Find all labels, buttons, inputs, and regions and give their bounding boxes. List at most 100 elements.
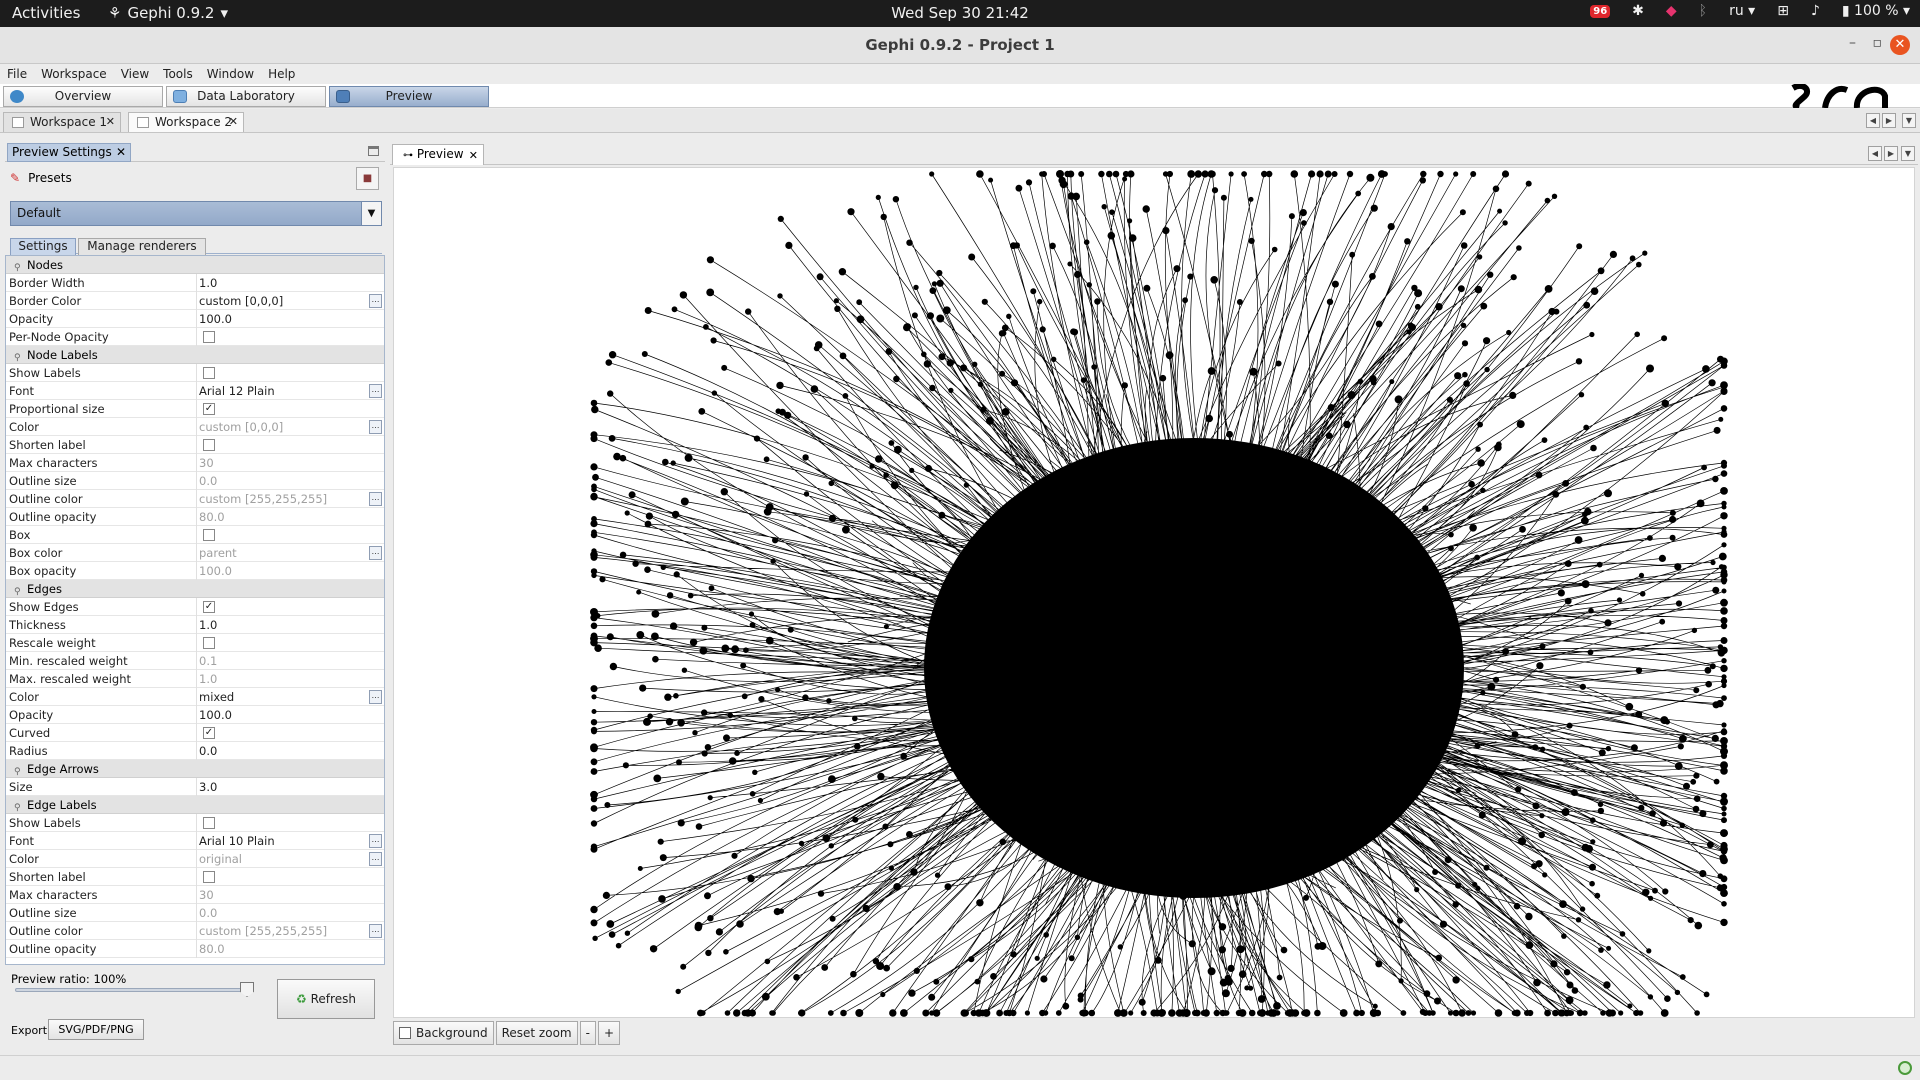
tab-manage-renderers[interactable]: Manage renderers xyxy=(78,238,206,255)
property-row: Box xyxy=(6,526,384,544)
property-value[interactable]: custom [0,0,0] xyxy=(199,292,375,310)
overview-perspective-button[interactable]: Overview xyxy=(3,86,163,107)
property-category[interactable]: ⚲ Nodes xyxy=(6,256,384,274)
preview-tab[interactable]: ⊶ Preview ✕ xyxy=(392,144,484,165)
notification-badge[interactable]: 96 xyxy=(1590,4,1611,18)
preset-select[interactable]: Default ▼ xyxy=(10,201,382,226)
property-checkbox[interactable] xyxy=(203,637,215,649)
scroll-right-icon[interactable]: ▶ xyxy=(1884,146,1898,161)
tab-list-icon[interactable]: ▼ xyxy=(1902,113,1916,128)
app-menu-label: Gephi 0.9.2 xyxy=(127,4,215,22)
menu-view[interactable]: View xyxy=(121,67,149,81)
zoom-in-button[interactable]: + xyxy=(597,1021,621,1045)
close-panel-icon[interactable]: ✕ xyxy=(116,144,126,161)
property-value[interactable]: 0.0 xyxy=(199,742,375,760)
export-button[interactable]: SVG/PDF/PNG xyxy=(48,1019,144,1040)
property-value[interactable]: mixed xyxy=(199,688,375,706)
tab-settings[interactable]: Settings xyxy=(10,238,76,255)
clock[interactable]: Wed Sep 30 21:42 xyxy=(891,4,1029,22)
property-value[interactable]: 100.0 xyxy=(199,706,375,724)
reset-zoom-button[interactable]: Reset zoom xyxy=(495,1021,578,1045)
property-checkbox[interactable] xyxy=(203,817,215,829)
menu-window[interactable]: Window xyxy=(207,67,254,81)
preview-settings-tab[interactable]: Preview Settings ✕ xyxy=(7,143,131,162)
property-value[interactable]: 1.0 xyxy=(199,274,375,292)
property-category[interactable]: ⚲ Edge Arrows xyxy=(6,760,384,778)
app-indicator-icon[interactable]: ◆ xyxy=(1666,3,1677,19)
ellipsis-button[interactable]: … xyxy=(369,492,382,506)
property-checkbox[interactable]: ✓ xyxy=(203,601,215,613)
menu-file[interactable]: File xyxy=(7,67,27,81)
property-checkbox[interactable] xyxy=(203,331,215,343)
export-label: Export: xyxy=(11,1024,51,1037)
property-name: Font xyxy=(9,382,197,400)
close-tab-icon[interactable]: ✕ xyxy=(469,146,478,165)
ellipsis-button[interactable]: … xyxy=(369,924,382,938)
property-category[interactable]: ⚲ Node Labels xyxy=(6,346,384,364)
ellipsis-button[interactable]: … xyxy=(369,834,382,848)
refresh-button[interactable]: ♻ Refresh xyxy=(277,979,375,1019)
scroll-right-icon[interactable]: ▶ xyxy=(1882,113,1896,128)
activities-button[interactable]: Activities xyxy=(12,4,80,22)
category-label: Edge Labels xyxy=(27,798,97,812)
property-value[interactable]: 3.0 xyxy=(199,778,375,796)
ellipsis-button[interactable]: … xyxy=(369,384,382,398)
menu-workspace[interactable]: Workspace xyxy=(41,67,107,81)
menu-tools[interactable]: Tools xyxy=(163,67,193,81)
tab-list-icon[interactable]: ▼ xyxy=(1901,146,1915,161)
menu-help[interactable]: Help xyxy=(268,67,295,81)
property-category[interactable]: ⚲ Edge Labels xyxy=(6,796,384,814)
maximize-icon[interactable]: ▫ xyxy=(1873,35,1883,51)
keyboard-layout[interactable]: ru ▾ xyxy=(1729,3,1755,19)
zoom-out-button[interactable]: - xyxy=(579,1021,596,1045)
preview-controls: Preview ratio: 100% ♻ Refresh Export: SV… xyxy=(5,969,385,1041)
property-row: Show Edges ✓ xyxy=(6,598,384,616)
notification-icon[interactable] xyxy=(1898,1061,1912,1075)
preview-perspective-button[interactable]: Preview xyxy=(329,86,489,107)
minimize-panel-icon[interactable] xyxy=(368,146,379,156)
property-row: Outline color custom [255,255,255]… xyxy=(6,490,384,508)
slack-icon[interactable]: ✱ xyxy=(1632,3,1644,19)
property-category[interactable]: ⚲ Edges xyxy=(6,580,384,598)
minimize-icon[interactable]: – xyxy=(1849,35,1856,51)
workspace-tab-2[interactable]: Workspace 2 ✕ xyxy=(128,112,244,132)
property-checkbox[interactable] xyxy=(203,367,215,379)
property-value[interactable]: Arial 10 Plain xyxy=(199,832,375,850)
scroll-left-icon[interactable]: ◀ xyxy=(1868,146,1882,161)
battery-indicator[interactable]: ▮ 100 % ▾ xyxy=(1842,3,1910,19)
refresh-label: Refresh xyxy=(310,992,356,1006)
property-name: Color xyxy=(9,418,197,436)
property-checkbox[interactable]: ✓ xyxy=(203,403,215,415)
property-checkbox[interactable] xyxy=(203,871,215,883)
background-toggle[interactable]: Background xyxy=(393,1021,494,1045)
bluetooth-icon[interactable]: ᛒ xyxy=(1699,3,1707,19)
property-value[interactable]: 100.0 xyxy=(199,310,375,328)
property-name: Outline size xyxy=(9,472,197,490)
document-icon xyxy=(12,117,24,128)
workspace-tab-1[interactable]: Workspace 1 ✕ xyxy=(3,112,121,132)
save-preset-button[interactable]: ■ xyxy=(356,167,379,190)
property-checkbox[interactable]: ✓ xyxy=(203,727,215,739)
preview-ratio-slider-thumb[interactable] xyxy=(240,982,254,997)
close-tab-icon[interactable]: ✕ xyxy=(106,113,115,131)
property-value[interactable]: 1.0 xyxy=(199,616,375,634)
ellipsis-button[interactable]: … xyxy=(369,690,382,704)
scroll-left-icon[interactable]: ◀ xyxy=(1866,113,1880,128)
data-laboratory-perspective-button[interactable]: Data Laboratory xyxy=(166,86,326,107)
graph-preview-canvas[interactable] xyxy=(393,167,1915,1018)
volume-icon[interactable]: ♪ xyxy=(1811,3,1820,19)
close-tab-icon[interactable]: ✕ xyxy=(229,113,238,131)
property-value[interactable]: Arial 12 Plain xyxy=(199,382,375,400)
ellipsis-button[interactable]: … xyxy=(369,294,382,308)
ellipsis-button[interactable]: … xyxy=(369,420,382,434)
background-checkbox[interactable] xyxy=(399,1027,411,1039)
property-row: Shorten label xyxy=(6,868,384,886)
property-checkbox[interactable] xyxy=(203,529,215,541)
property-checkbox[interactable] xyxy=(203,439,215,451)
app-menu[interactable]: ⚘ Gephi 0.9.2 ▾ xyxy=(108,4,228,22)
preview-ratio-slider[interactable] xyxy=(15,988,247,992)
ellipsis-button[interactable]: … xyxy=(369,546,382,560)
close-window-button[interactable]: ✕ xyxy=(1890,35,1910,55)
ellipsis-button[interactable]: … xyxy=(369,852,382,866)
network-icon[interactable]: ⊞ xyxy=(1777,3,1789,19)
